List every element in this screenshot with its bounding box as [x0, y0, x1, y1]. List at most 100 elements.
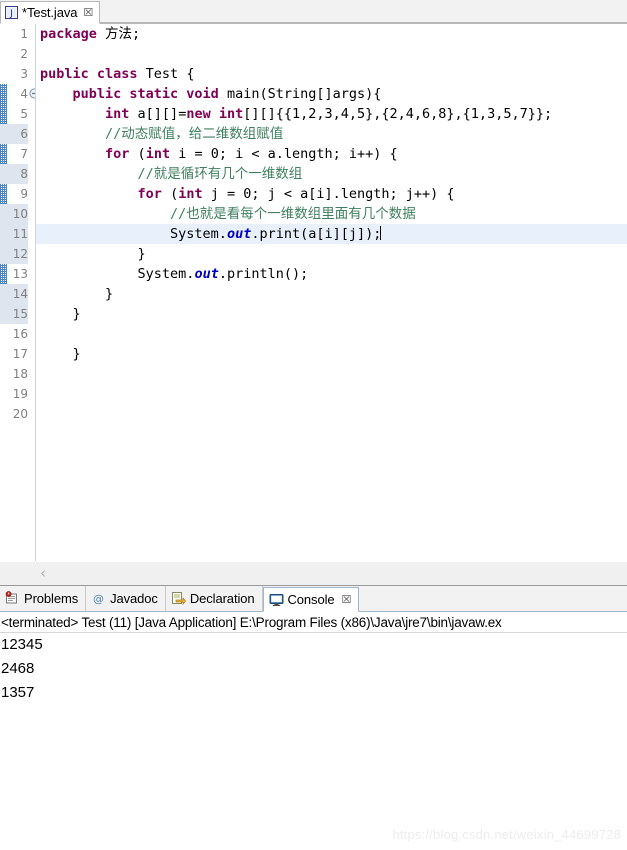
- code-line[interactable]: package 方法;: [36, 24, 627, 44]
- editor-horizontal-scrollbar[interactable]: ‹: [0, 561, 627, 583]
- code-token-kw: public static void: [72, 86, 219, 102]
- code-token-plain: .print(a[i][j]);: [251, 226, 382, 242]
- code-token-plain: i = 0; i < a.length; i++) {: [170, 146, 398, 162]
- code-token-plain: [][]{{1,2,3,4,5},{2,4,6,8},{1,3,5,7}};: [243, 106, 553, 122]
- bottom-tab-declaration[interactable]: Declaration: [165, 586, 263, 611]
- editor-tab-test-java[interactable]: J *Test.java ☒: [0, 1, 101, 24]
- bottom-panel-tab-filler: [359, 586, 627, 611]
- close-icon[interactable]: ☒: [339, 593, 352, 606]
- code-line[interactable]: [36, 384, 627, 404]
- code-line[interactable]: }: [36, 344, 627, 364]
- code-line[interactable]: [36, 44, 627, 64]
- code-line[interactable]: for (int j = 0; j < a[i].length; j++) {: [36, 184, 627, 204]
- problems-icon: [5, 591, 20, 606]
- bottom-tab-javadoc[interactable]: @ Javadoc: [86, 586, 166, 611]
- code-line[interactable]: [36, 364, 627, 384]
- code-line[interactable]: System.out.print(a[i][j]);: [36, 224, 627, 244]
- code-token-cmt: //就是循环有几个一维数组: [137, 166, 303, 182]
- editor-tab-bar-filler: [100, 0, 627, 23]
- line-number: 14: [0, 284, 28, 304]
- console-launch-header: <terminated> Test (11) [Java Application…: [0, 612, 627, 633]
- bottom-tab-label: Console: [287, 592, 335, 607]
- bottom-panel-tab-bar[interactable]: Problems @ Javadoc Declaration Console ☒: [0, 586, 627, 612]
- line-number: 9: [20, 187, 28, 201]
- code-token-kw: for: [137, 186, 162, 202]
- console-output-line: 1357: [1, 684, 35, 701]
- console-view[interactable]: <terminated> Test (11) [Java Application…: [0, 612, 627, 842]
- editor-tab-bar: J *Test.java ☒: [0, 0, 627, 24]
- bottom-tab-problems[interactable]: Problems: [0, 586, 87, 611]
- line-number: 8: [0, 164, 28, 184]
- code-line[interactable]: //也就是看每个一维数组里面有几个数据: [36, 204, 627, 224]
- code-line[interactable]: public class Test {: [36, 64, 627, 84]
- line-number: 12: [0, 244, 28, 264]
- code-token-plain: Test {: [137, 66, 195, 82]
- code-token-plain: System.: [40, 226, 227, 242]
- code-token-cmt: //也就是看每个一维数组里面有几个数据: [170, 206, 416, 222]
- line-number: 4: [20, 87, 28, 101]
- console-output-line: 2468: [1, 660, 35, 677]
- line-number: 16: [12, 327, 28, 341]
- line-number: 13: [12, 267, 28, 281]
- code-line[interactable]: }: [36, 244, 627, 264]
- line-number: 11: [0, 224, 28, 244]
- code-line[interactable]: }: [36, 284, 627, 304]
- code-token-plain: }: [40, 306, 81, 322]
- bottom-tab-label: Javadoc: [110, 591, 158, 606]
- code-line[interactable]: [36, 324, 627, 344]
- code-line[interactable]: for (int i = 0; i < a.length; i++) {: [36, 144, 627, 164]
- code-token-fld: out: [194, 266, 219, 282]
- line-number: 19: [12, 387, 28, 401]
- line-number: 3: [20, 67, 28, 81]
- code-token-plain: j = 0; j < a[i].length; j++) {: [202, 186, 455, 202]
- bottom-tab-label: Declaration: [189, 591, 255, 606]
- code-token-kw: int: [178, 186, 203, 202]
- javadoc-icon: @: [91, 591, 106, 606]
- code-token-fld: out: [226, 226, 252, 242]
- bottom-tab-console[interactable]: Console ☒: [262, 587, 360, 612]
- code-line[interactable]: [36, 404, 627, 424]
- line-number: 2: [20, 47, 28, 61]
- code-token-plain: .println();: [218, 266, 309, 282]
- editor-gutter[interactable]: 1 2 3 4 5 6 7 8 9 10 11 12 13 14 15 16 17 18 19 20: [0, 24, 40, 561]
- line-number: 1: [20, 27, 28, 41]
- code-line[interactable]: }: [36, 304, 627, 324]
- line-number: 18: [12, 367, 28, 381]
- line-number: 17: [12, 347, 28, 361]
- console-icon: [269, 592, 284, 607]
- code-token-plain: }: [40, 246, 146, 262]
- code-token-kw: package: [40, 26, 97, 42]
- svg-text:J: J: [9, 9, 13, 19]
- code-line[interactable]: System.out.println();: [36, 264, 627, 284]
- watermark: https://blog.csdn.net/weixin_44699728: [392, 827, 621, 842]
- chevron-left-icon[interactable]: ‹: [40, 564, 46, 582]
- code-token-plain: (: [161, 186, 179, 202]
- line-number: 6: [0, 124, 28, 144]
- code-line[interactable]: public static void main(String[]args){: [36, 84, 627, 104]
- line-number: 15: [0, 304, 28, 324]
- code-token-plain: a[][]=: [129, 106, 187, 122]
- code-token-plain: }: [40, 286, 114, 302]
- bottom-tab-label: Problems: [24, 591, 79, 606]
- close-icon[interactable]: ☒: [81, 7, 93, 18]
- svg-text:@: @: [93, 593, 104, 606]
- editor-tab-label: *Test.java: [22, 5, 78, 20]
- console-output: 12345 2468 1357: [0, 633, 627, 705]
- code-text-area[interactable]: package 方法; public class Test { public st…: [36, 24, 627, 561]
- code-line[interactable]: //动态赋值，给二维数组赋值: [36, 124, 627, 144]
- line-number: 10: [0, 204, 28, 224]
- code-line[interactable]: int a[][]=new int[][]{{1,2,3,4,5},{2,4,6…: [36, 104, 627, 124]
- code-token-kw: public class: [40, 66, 138, 82]
- code-token-kw: new int: [186, 106, 244, 122]
- code-token-kw: for: [105, 146, 130, 162]
- code-token-cmt: //动态赋值，给二维数组赋值: [105, 126, 284, 142]
- code-line[interactable]: //就是循环有几个一维数组: [36, 164, 627, 184]
- code-editor[interactable]: 1 2 3 4 5 6 7 8 9 10 11 12 13 14 15 16 17 18 19 20 package …: [0, 24, 627, 561]
- text-caret: [380, 226, 382, 240]
- code-token-plain: main(String[]args){: [218, 86, 382, 102]
